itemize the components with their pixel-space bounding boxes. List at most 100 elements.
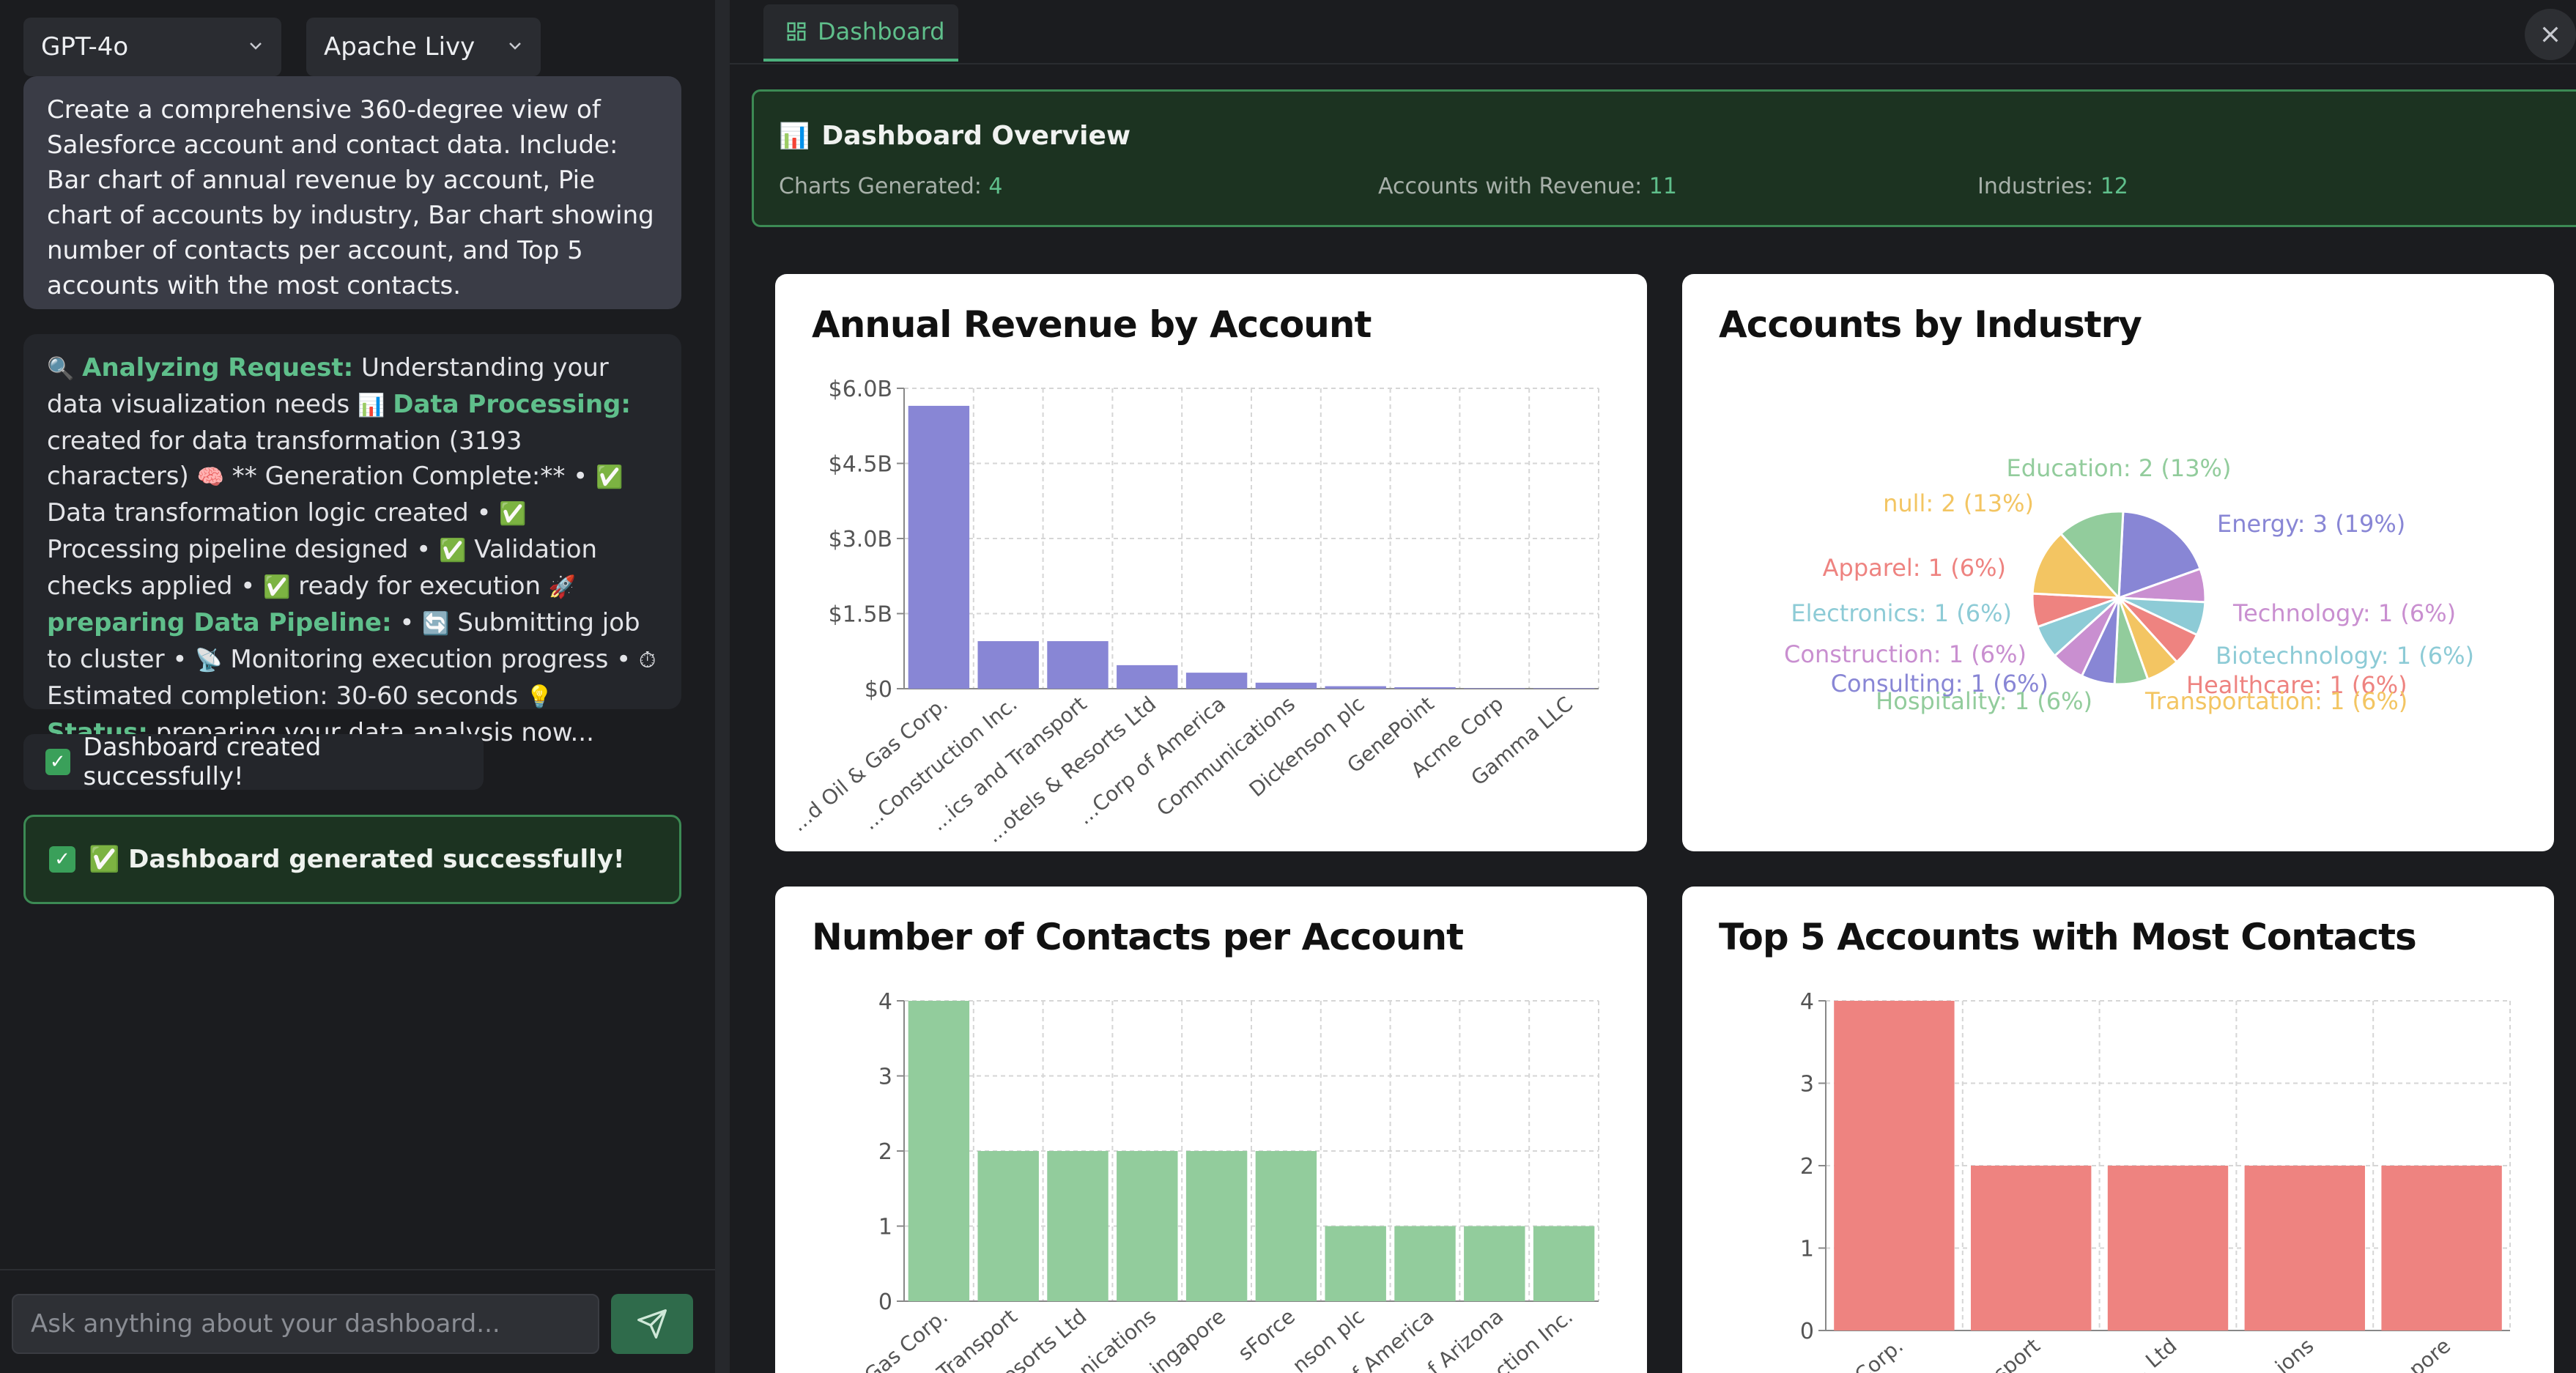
contacts-per-account-bar-chart: 01234...Gas Corp....Transport...esorts L… [845,989,1599,1373]
analyzing-label: Analyzing Request: [82,353,354,382]
chart-card-top5-accounts: Top 5 Accounts with Most Contacts 01234.… [1682,887,2554,1373]
model-select[interactable]: GPT-4o [23,18,281,76]
y-tick-label: 1 [1800,1237,1814,1262]
bar [908,1001,970,1301]
charts-generated-label: Charts Generated: [779,174,989,199]
rocket-icon: 🚀 [548,574,577,600]
overview-title: 📊 Dashboard Overview [779,121,1130,151]
y-tick-label: 2 [878,1139,892,1165]
industries-stat: Industries: 12 [1977,174,2128,199]
bar [1117,665,1178,689]
panel-divider[interactable] [715,0,730,1373]
y-tick-label: $6.0B [829,377,892,402]
x-tick-label: ...sport [1974,1333,2045,1373]
bar [2107,1166,2229,1331]
x-tick-label: Dickenson plc [1245,692,1369,802]
pie-label: Education: 2 (13%) [2007,454,2232,482]
bar [1117,1151,1178,1301]
processing-label: Data Processing: [393,390,631,419]
bar [1394,686,1456,689]
bar [1255,682,1317,689]
chart-icon: 📊 [358,393,385,418]
y-tick-label: 4 [878,989,892,1015]
y-tick-label: 0 [1800,1319,1814,1344]
bar [1394,1226,1456,1301]
user-prompt-message: Create a comprehensive 360-degree view o… [23,76,681,309]
industries-label: Industries: [1977,174,2101,199]
accounts-by-industry-pie-chart: Energy: 3 (19%) Technology: 1 (6%) Biotech… [1784,454,2474,715]
bar [977,1151,1039,1301]
chart-card-accounts-by-industry: Accounts by Industry Energy: 3 (19%) Tech… [1682,274,2554,851]
check-icon: ✅ [263,574,291,600]
brain-icon: 🧠 [196,465,224,490]
y-tick-label: $3.0B [829,527,892,552]
close-button[interactable] [2525,9,2576,60]
x-tick-label: ... Ltd [2121,1333,2181,1373]
chart-card-annual-revenue: Annual Revenue by Account $0 $1.5B $3.0B $4… [775,274,1647,851]
refresh-icon: 🔄 [422,611,450,637]
check-icon: ✅ [439,538,467,563]
dashboard-panel: Dashboard 📊 Dashboard Overview Charts Ge… [730,0,2576,1373]
transform-text: Data transformation logic created • [47,498,500,528]
dashboard-icon [787,22,806,41]
send-icon [637,1309,667,1339]
industries-value: 12 [2100,174,2128,199]
bar [977,641,1039,689]
bar [2244,1166,2365,1331]
send-button[interactable] [611,1294,693,1354]
bar [908,405,970,689]
pie-label: null: 2 (13%) [1883,489,2034,517]
bar [1971,1166,2092,1331]
y-tick-label: $0 [865,677,892,703]
check-icon: ✓ [49,846,75,873]
magnifier-icon: 🔍 [47,356,75,382]
stopwatch-icon: ⏱ [638,648,656,673]
bar [1464,688,1525,689]
satellite-icon: 📡 [195,648,223,673]
y-tick-label: $4.5B [829,452,892,478]
x-tick-label: ...pore [2389,1333,2455,1373]
bar [1533,688,1595,689]
tab-bar: Dashboard [730,0,2576,64]
check-icon: ✓ [45,749,70,775]
pie-label: Technology: 1 (6%) [2232,599,2456,627]
y-tick-label: 2 [1800,1154,1814,1180]
preparing-label: preparing Data Pipeline: [47,608,392,637]
pie-label: Biotechnology: 1 (6%) [2216,642,2474,670]
y-tick-label: 4 [1800,989,1814,1015]
charts-generated-value: 4 [988,174,1003,199]
pie-label: Electronics: 1 (6%) [1791,599,2012,627]
lightbulb-icon: 💡 [525,684,554,710]
bar [1255,1151,1317,1301]
pie-label: Construction: 1 (6%) [1784,640,2027,668]
chat-input-bar [0,1269,715,1373]
x-tick-label: ...ions [2256,1333,2319,1373]
y-tick-label: $1.5B [829,602,892,628]
dashboard-created-message: ✓ Dashboard created successfully! [23,733,484,791]
tab-dashboard[interactable]: Dashboard [763,4,958,62]
pie-label: Energy: 3 (19%) [2217,510,2405,538]
assistant-status-message: 🔍 Analyzing Request: Understanding your … [23,334,681,747]
ready-text: ready for execution [290,571,549,601]
check-icon: ✅ [596,465,623,490]
bar [1185,1151,1248,1301]
pie-label: Transportation: 1 (6%) [2144,687,2407,715]
tab-dashboard-label: Dashboard [818,18,945,45]
pipeline-text: Processing pipeline designed • [47,535,440,564]
chart-card-contacts-per-account: Number of Contacts per Account 0 1 2 3 4 ...G… [775,887,1647,1373]
top5-accounts-bar-chart: 0 1 2 3 4 ...Corp. ...sport ... Ltd ...ions ...po… [1800,989,2511,1373]
accounts-with-revenue-value: 11 [1648,174,1677,199]
model-select-value: GPT-4o [41,32,129,62]
engine-select[interactable]: Apache Livy [306,18,541,76]
bar [1325,686,1386,689]
dashboard-overview-panel: 📊 Dashboard Overview Charts Generated: 4… [752,89,2576,227]
chat-input[interactable] [12,1294,599,1354]
created-message-text: Dashboard created successfully! [83,733,322,791]
bar [2381,1166,2502,1331]
x-tick-label: sForce [1233,1304,1299,1365]
bar [1325,1226,1386,1301]
bar [1185,673,1248,689]
bar [1047,641,1109,689]
pie-label: Consulting: 1 (6%) [1831,670,2048,697]
generated-message-text: ✅ Dashboard generated successfully! [89,845,625,874]
